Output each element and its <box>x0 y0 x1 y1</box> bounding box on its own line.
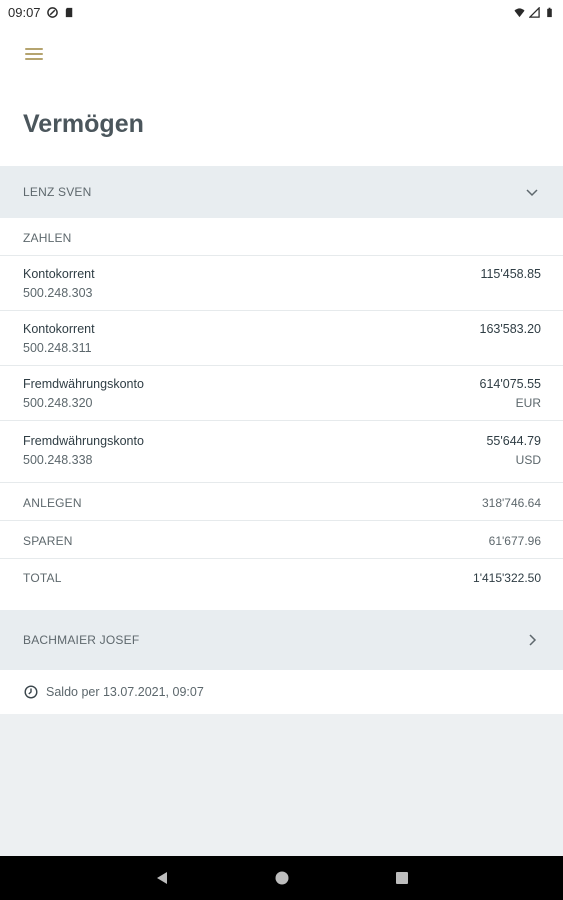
page-title: Vermögen <box>23 110 144 138</box>
app-header: Vermögen <box>0 24 563 166</box>
hamburger-icon[interactable] <box>20 40 48 68</box>
summary-value: 318'746.64 <box>481 496 541 510</box>
account-currency: EUR <box>515 396 541 410</box>
client-header-bachmaier-josef[interactable]: BACHMAIER JOSEF <box>0 610 563 670</box>
account-type: Kontokorrent <box>23 267 95 281</box>
clock-icon <box>24 685 38 699</box>
account-row[interactable]: Fremdwährungskonto 500.248.320 614'075.5… <box>0 366 563 421</box>
cell-signal-icon <box>529 6 540 18</box>
account-type: Fremdwährungskonto <box>23 377 144 391</box>
nav-back-icon[interactable] <box>152 868 172 888</box>
summary-label: ANLEGEN <box>23 496 82 510</box>
summary-label: SPAREN <box>23 534 73 548</box>
nav-home-icon[interactable] <box>272 868 292 888</box>
balance-note: Saldo per 13.07.2021, 09:07 <box>46 685 204 699</box>
account-row[interactable]: Kontokorrent 500.248.311 163'583.20 <box>0 311 563 366</box>
status-bar: 09:07 <box>0 0 563 24</box>
account-row[interactable]: Kontokorrent 500.248.303 115'458.85 <box>0 256 563 311</box>
system-nav-bar <box>0 856 563 900</box>
chevron-right-icon <box>529 634 537 646</box>
summary-row-sparen[interactable]: SPAREN 61'677.96 <box>0 521 563 559</box>
wifi-icon <box>514 7 525 17</box>
nav-recents-icon[interactable] <box>392 868 412 888</box>
account-balance: 614'075.55 <box>479 377 541 391</box>
account-balance: 115'458.85 <box>480 267 541 281</box>
summary-row-anlegen[interactable]: ANLEGEN 318'746.64 <box>0 483 563 521</box>
section-label: ZAHLEN <box>23 231 72 245</box>
do-not-disturb-icon <box>46 6 58 18</box>
client-header-lenz-sven[interactable]: LENZ SVEN <box>0 166 563 218</box>
summary-row-total: TOTAL 1'415'322.50 <box>0 559 563 597</box>
client-accounts-panel: ZAHLEN Kontokorrent 500.248.303 115'458.… <box>0 218 563 610</box>
account-row[interactable]: Fremdwährungskonto 500.248.338 55'644.79… <box>0 421 563 483</box>
account-balance: 163'583.20 <box>479 322 541 336</box>
balance-timestamp: Saldo per 13.07.2021, 09:07 <box>0 670 563 714</box>
client-name: BACHMAIER JOSEF <box>23 633 140 647</box>
account-type: Kontokorrent <box>23 322 95 336</box>
account-balance: 55'644.79 <box>486 434 541 448</box>
account-number: 500.248.320 <box>23 396 93 410</box>
battery-icon <box>547 7 552 17</box>
status-time: 09:07 <box>8 4 41 20</box>
summary-label: TOTAL <box>23 571 62 585</box>
account-type: Fremdwährungskonto <box>23 434 144 448</box>
account-number: 500.248.338 <box>23 453 93 467</box>
chevron-down-icon <box>526 189 538 197</box>
section-header-row: ZAHLEN <box>0 218 563 256</box>
account-number: 500.248.303 <box>23 286 93 300</box>
total-value: 1'415'322.50 <box>473 571 541 585</box>
account-number: 500.248.311 <box>23 341 92 355</box>
account-currency: USD <box>515 453 541 467</box>
client-name: LENZ SVEN <box>23 185 92 199</box>
sd-card-icon <box>65 7 72 17</box>
summary-value: 61'677.96 <box>488 534 541 548</box>
